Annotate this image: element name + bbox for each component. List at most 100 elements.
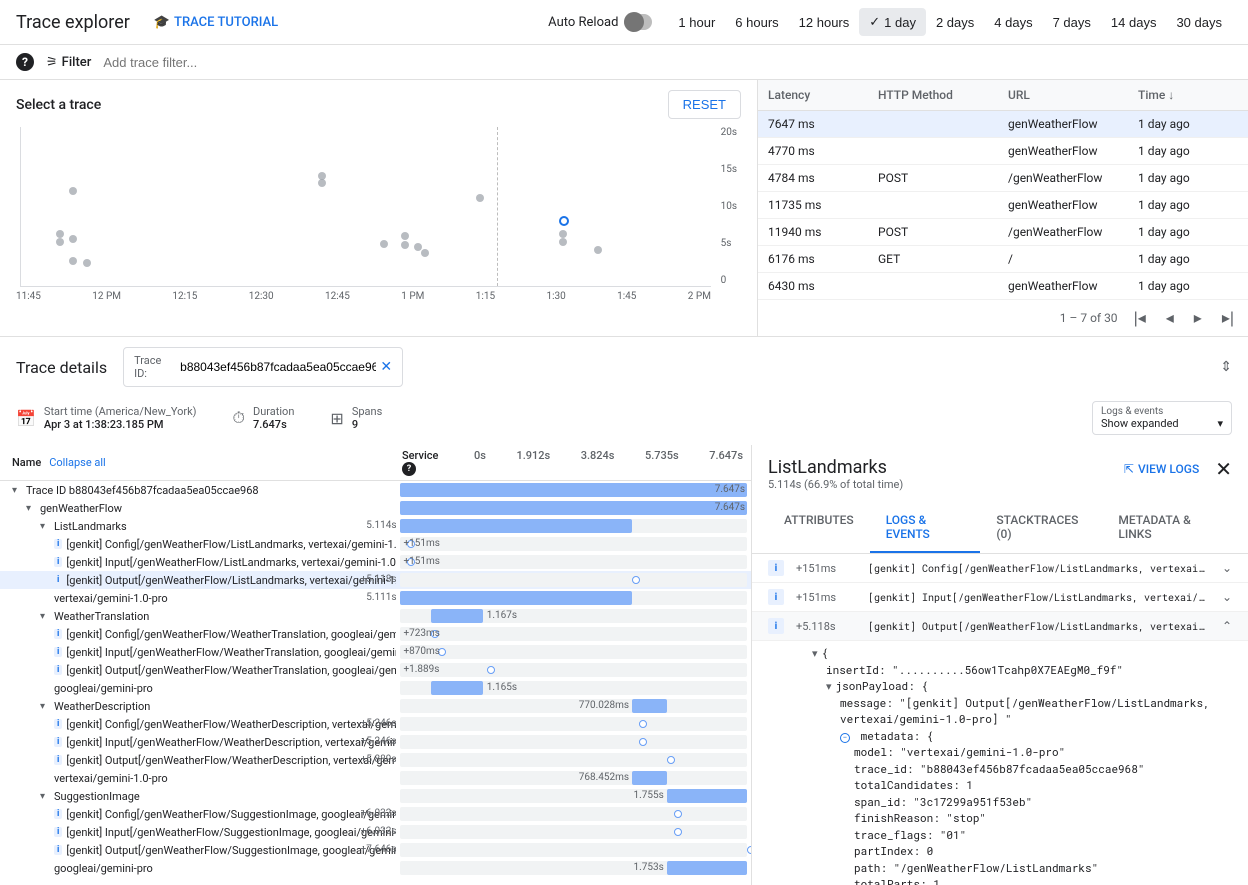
info-icon: i <box>54 755 62 765</box>
span-row[interactable]: i[genkit] Config[/genWeatherFlow/ListLan… <box>0 535 751 553</box>
close-icon[interactable]: ✕ <box>1215 457 1232 481</box>
tab-stacktraces[interactable]: STACKTRACES (0) <box>980 503 1102 553</box>
chevron-down-icon[interactable]: ▾ <box>40 611 50 622</box>
span-row[interactable]: ▾Trace ID b88043ef456b87fcadaa5ea05ccae9… <box>0 481 751 499</box>
chevron-down-icon: ▾ <box>1217 417 1223 430</box>
table-row[interactable]: 4784 msPOST/genWeatherFlow1 day ago <box>758 165 1248 192</box>
trace-id-field[interactable] <box>180 360 376 374</box>
toggle-off-icon <box>624 14 652 30</box>
collapse-icon[interactable]: ▾ <box>812 645 818 660</box>
span-row[interactable]: ▾SuggestionImage1.755s <box>0 787 751 805</box>
time-1d[interactable]: ✓1 day <box>859 8 926 36</box>
span-row[interactable]: i[genkit] Input[/genWeatherFlow/Suggesti… <box>0 823 751 841</box>
span-row[interactable]: vertexai/gemini-1.0-pro768.452ms <box>0 769 751 787</box>
time-6h[interactable]: 6 hours <box>725 8 788 36</box>
span-row[interactable]: i[genkit] Input[/genWeatherFlow/ListLand… <box>0 553 751 571</box>
scatter-plot[interactable]: 20s 15s 10s 5s 0 <box>20 127 711 287</box>
time-2d[interactable]: 2 days <box>926 8 984 36</box>
help-icon[interactable]: ? <box>16 53 34 71</box>
expand-icon[interactable]: ⇕ <box>1220 359 1232 375</box>
time-1h[interactable]: 1 hour <box>668 8 725 36</box>
span-row[interactable]: i[genkit] Config[/genWeatherFlow/Weather… <box>0 715 751 733</box>
chevron-down-icon[interactable]: ▾ <box>40 701 50 712</box>
info-icon: i <box>54 539 62 549</box>
span-row[interactable]: googleai/gemini-pro1.753s <box>0 859 751 877</box>
meta-row: 📅 Start time (America/New_York)Apr 3 at … <box>0 397 1248 445</box>
log-entry-expanded[interactable]: i +5.118s [genkit] Output[/genWeatherFlo… <box>752 612 1248 641</box>
collapse-icon[interactable]: ▾ <box>826 678 832 693</box>
span-row[interactable]: i[genkit] Config[/genWeatherFlow/Weather… <box>0 625 751 643</box>
tab-attributes[interactable]: ATTRIBUTES <box>768 503 870 553</box>
span-row[interactable]: i[genkit] Input[/genWeatherFlow/WeatherD… <box>0 733 751 751</box>
chevron-down-icon[interactable]: ▾ <box>12 485 22 496</box>
log-entry[interactable]: i +151ms [genkit] Input[/genWeatherFlow/… <box>752 583 1248 612</box>
span-row[interactable]: ▾genWeatherFlow7.647s <box>0 499 751 517</box>
filter-input[interactable] <box>103 55 1232 70</box>
stopwatch-icon: ⏱ <box>233 408 245 428</box>
span-row[interactable]: i[genkit] Output[/genWeatherFlow/Weather… <box>0 661 751 679</box>
time-12h[interactable]: 12 hours <box>789 8 860 36</box>
span-row[interactable]: i[genkit] Output[/genWeatherFlow/Weather… <box>0 751 751 769</box>
collapse-all-link[interactable]: Collapse all <box>49 456 106 469</box>
details-title: Trace details <box>16 358 107 377</box>
table-row[interactable]: 4770 msgenWeatherFlow1 day ago <box>758 138 1248 165</box>
next-page-button[interactable]: ▸ <box>1190 306 1206 330</box>
span-row[interactable]: vertexai/gemini-1.0-pro5.111s <box>0 589 751 607</box>
sort-down-icon: ↓ <box>1168 88 1174 102</box>
auto-reload-toggle[interactable]: Auto Reload <box>548 14 652 30</box>
details-header: Trace details Trace ID: ✕ ⇕ <box>0 337 1248 397</box>
open-icon: ⇱ <box>1124 462 1134 476</box>
table-row[interactable]: 6176 msGET/1 day ago <box>758 246 1248 273</box>
last-page-button[interactable]: ▸| <box>1218 306 1238 330</box>
time-30d[interactable]: 30 days <box>1166 8 1232 36</box>
span-row[interactable]: i[genkit] Output[/genWeatherFlow/Suggest… <box>0 841 751 859</box>
chevron-down-icon[interactable]: ▾ <box>40 521 50 532</box>
table-header: Latency HTTP Method URL Time ↓ <box>758 80 1248 111</box>
chevron-down-icon: ⌄ <box>1222 590 1232 604</box>
tab-metadata[interactable]: METADATA & LINKS <box>1102 503 1232 553</box>
time-14d[interactable]: 14 days <box>1101 8 1167 36</box>
logs-display-select[interactable]: Logs & events Show expanded▾ <box>1092 401 1232 435</box>
span-row[interactable]: ▾ListLandmarks5.114s <box>0 517 751 535</box>
chevron-down-icon[interactable]: ▾ <box>26 503 36 514</box>
table-row[interactable]: 6430 msgenWeatherFlow1 day ago <box>758 273 1248 300</box>
log-entry[interactable]: i +151ms [genkit] Config[/genWeatherFlow… <box>752 554 1248 583</box>
clear-icon[interactable]: ✕ <box>380 359 392 375</box>
table-row[interactable]: 7647 msgenWeatherFlow1 day ago <box>758 111 1248 138</box>
info-icon: i <box>54 737 62 747</box>
trace-id-input[interactable]: Trace ID: ✕ <box>123 347 403 387</box>
duration: ⏱ Duration7.647s <box>233 405 295 431</box>
tab-logs[interactable]: LOGS & EVENTS <box>870 503 981 553</box>
info-icon: i <box>768 589 784 605</box>
table-row[interactable]: 11940 msPOST/genWeatherFlow1 day ago <box>758 219 1248 246</box>
span-row[interactable]: i[genkit] Config[/genWeatherFlow/Suggest… <box>0 805 751 823</box>
prev-page-button[interactable]: ◂ <box>1162 306 1178 330</box>
bottom-section: Name Collapse all Service ? 0s 1.912s 3.… <box>0 445 1248 885</box>
time-4d[interactable]: 4 days <box>984 8 1042 36</box>
start-time: 📅 Start time (America/New_York)Apr 3 at … <box>16 405 197 431</box>
span-row[interactable]: ▾WeatherTranslation1.167s <box>0 607 751 625</box>
info-icon: i <box>54 809 62 819</box>
first-page-button[interactable]: |◂ <box>1130 306 1150 330</box>
span-row[interactable]: ▾WeatherDescription770.028ms <box>0 697 751 715</box>
tutorial-link[interactable]: 🎓 TRACE TUTORIAL <box>154 15 278 30</box>
app-header: Trace explorer 🎓 TRACE TUTORIAL Auto Rel… <box>0 0 1248 45</box>
info-icon: i <box>54 557 62 567</box>
help-icon[interactable]: ? <box>402 462 416 476</box>
collapse-icon[interactable]: − <box>840 733 850 743</box>
view-logs-button[interactable]: ⇱VIEW LOGS <box>1124 462 1199 476</box>
span-row[interactable]: googleai/gemini-pro1.165s <box>0 679 751 697</box>
spans-icon: ⊞ <box>330 409 343 428</box>
span-detail-subtitle: 5.114s (66.9% of total time) <box>768 478 903 491</box>
span-row[interactable]: i[genkit] Input[/genWeatherFlow/WeatherT… <box>0 643 751 661</box>
info-icon: i <box>54 575 62 585</box>
info-icon: i <box>54 827 62 837</box>
check-icon: ✓ <box>869 14 880 30</box>
top-section: Select a trace RESET 20s 15s 10s 5s 0 <box>0 80 1248 337</box>
reset-button[interactable]: RESET <box>668 90 741 119</box>
chevron-down-icon: ⌄ <box>1222 561 1232 575</box>
table-row[interactable]: 11735 msgenWeatherFlow1 day ago <box>758 192 1248 219</box>
time-7d[interactable]: 7 days <box>1043 8 1101 36</box>
span-row[interactable]: i[genkit] Output[/genWeatherFlow/ListLan… <box>0 571 751 589</box>
graduation-cap-icon: 🎓 <box>154 15 170 30</box>
